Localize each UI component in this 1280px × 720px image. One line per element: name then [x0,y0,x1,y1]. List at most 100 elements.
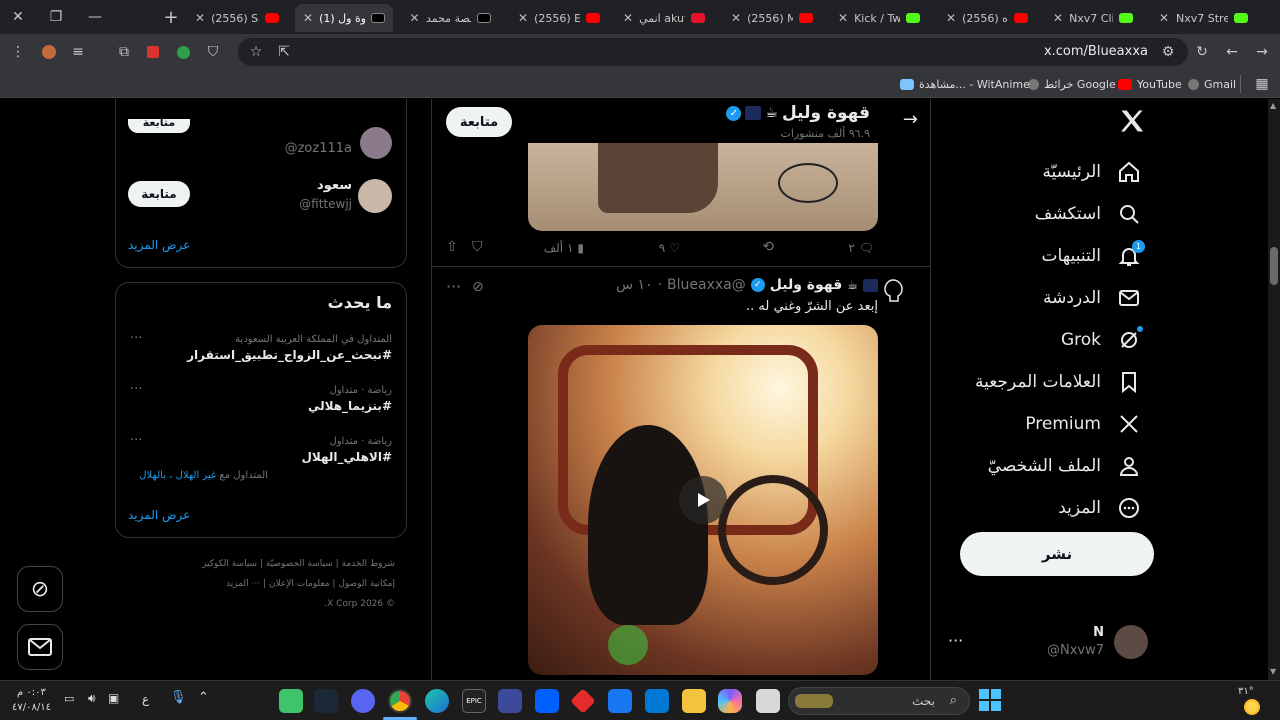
app-icon[interactable] [279,689,303,713]
messages-float-button[interactable] [17,624,63,670]
more-dots-icon[interactable]: ··· [446,277,461,296]
follow-button[interactable]: متابعة [128,181,190,207]
footer-link[interactable]: شروط الخدمة [342,559,395,569]
trend-tag[interactable]: #نبحث_عن_الزواج_تطبيق_استقرار [187,348,392,362]
nav-item[interactable]: الملف الشخصيّ [988,448,1143,484]
nav-item[interactable]: 1 التنبيهات [1042,238,1145,274]
reload-icon[interactable]: ↻ [1190,40,1214,64]
trend-tag[interactable]: #بنزيما_هلالي [308,399,392,413]
browser-tab[interactable]: ✕ (1) قهوة ول [295,4,393,32]
tab-close-icon[interactable]: ✕ [731,11,741,25]
language-indicator[interactable]: ع [142,692,149,706]
tweet-avatar[interactable] [880,277,920,317]
play-button[interactable] [679,476,727,524]
page-scrollbar[interactable]: ▲ ▼ [1268,99,1280,680]
dropbox-icon[interactable] [535,689,559,713]
more-dots-icon[interactable]: ··· [130,331,142,346]
tweet-author-name[interactable]: قهوة وليل [770,277,843,293]
volume-icon[interactable]: 🔊︎ [88,691,96,706]
bookmark-gmail[interactable]: Gmail [1188,75,1236,93]
tweet-video[interactable] [528,325,878,675]
extensions-puzzle-icon[interactable]: ⧉ [112,40,136,64]
new-tab-button[interactable]: + [159,6,183,28]
grok-icon[interactable]: ⊘ [472,279,484,295]
app-icon[interactable] [756,689,780,713]
show-more-link[interactable]: عرض المزيد [128,238,190,252]
edge-icon[interactable] [425,689,449,713]
discord-icon[interactable] [351,689,375,713]
nav-item[interactable]: الدردشة [1043,280,1143,316]
clock[interactable]: ٠:٠٣ م ٤٧/٠٨/١٤ [12,685,51,715]
tweet-image[interactable] [528,143,878,231]
back-arrow-icon[interactable]: → [903,109,918,130]
share-icon[interactable]: ⇧ [446,239,458,255]
tab-close-icon[interactable]: ✕ [303,11,313,25]
like-button[interactable]: ٩ ♡ [659,241,680,255]
weather-sun-icon[interactable] [1244,699,1260,715]
start-button[interactable] [979,689,1001,711]
browser-tab[interactable]: ✕ (2556) Say [187,4,287,32]
nav-item[interactable]: استكشف [1035,196,1143,232]
steam-icon[interactable] [314,689,338,713]
address-bar[interactable]: ☆ ⇱ x.com/Blueaxxa ⚙ [238,38,1188,66]
trend-related-link[interactable]: غير الهلال ، بالهلال [139,470,216,481]
extension-icon[interactable] [37,40,61,64]
tweet-time[interactable]: ١٠ س [616,277,653,293]
all-bookmarks-icon[interactable]: ▦ [1250,72,1274,96]
chevron-up-icon[interactable]: ⌃ [198,690,209,705]
bookmark-youtube[interactable]: YouTube [1118,75,1182,93]
nav-item[interactable]: Premium [1025,406,1143,442]
tab-close-icon[interactable]: ✕ [838,11,848,25]
back-icon[interactable]: → [1250,40,1274,64]
nav-item[interactable]: المزيد [1058,490,1143,526]
bookmark-google-maps[interactable]: خرائط Google [1028,75,1116,93]
store-icon[interactable] [645,689,669,713]
tweet-author-handle[interactable]: @Blueaxxa [667,277,746,293]
x-logo-icon[interactable] [1118,107,1150,139]
nav-item[interactable]: العلامات المرجعية [975,364,1143,400]
nav-item[interactable]: الرئيسيّة [1042,154,1143,190]
window-close-icon[interactable]: ✕ [6,6,30,28]
window-minimize-icon[interactable]: — [83,6,107,28]
taskbar-search[interactable]: بحث ⌕ [788,687,970,715]
battery-icon[interactable]: ▭ [64,692,74,705]
copilot-icon[interactable] [718,689,742,713]
epic-games-icon[interactable]: EPIC [462,689,486,713]
post-button[interactable]: نشر [960,532,1154,576]
bookmark-witanime[interactable]: مشاهدة... - WitAnime [900,75,1030,93]
browser-tab[interactable]: ✕ Kick / Twit [830,4,928,32]
site-settings-icon[interactable]: ⚙ [1156,40,1180,64]
account-switcher[interactable]: N @Nxvw7 ··· [946,623,1160,667]
microphone-icon[interactable]: 🎙︎ [170,690,187,705]
footer-link[interactable]: سياسة الكوكيز [202,559,257,569]
app-icon[interactable] [570,688,596,714]
reply-button[interactable]: ٢ 🗨 [848,241,874,255]
views-button[interactable]: ١ ألف ▮ [544,241,584,255]
browser-tab[interactable]: ✕ Nxv7 Clips [1045,4,1141,32]
forward-icon[interactable]: ← [1220,40,1244,64]
tab-close-icon[interactable]: ✕ [195,11,205,25]
tab-close-icon[interactable]: ✕ [623,11,633,25]
browser-tab[interactable]: ✕ (2556) شاه [938,4,1036,32]
browser-tab[interactable]: ✕ انمي akuta [615,4,713,32]
tab-close-icon[interactable]: ✕ [409,11,420,25]
bookmark-icon[interactable]: ⛉ [472,239,483,255]
file-explorer-icon[interactable] [682,689,706,713]
footer-link[interactable]: إمكانية الوصول [338,579,395,589]
show-more-link[interactable]: عرض المزيد [128,508,190,522]
window-restore-icon[interactable]: ❐ [44,6,68,28]
trend-tag[interactable]: #الاهلي_الهلال [301,450,392,464]
tab-close-icon[interactable]: ✕ [1158,11,1170,25]
browser-tab[interactable]: ✕ قصة محمد [401,4,499,32]
tab-close-icon[interactable]: ✕ [1053,11,1063,25]
retweet-icon[interactable]: ⟲ [762,239,774,255]
shield-icon[interactable]: ⛉ [201,40,225,64]
scrollbar-thumb[interactable] [1270,247,1278,285]
mail-app-icon[interactable] [608,689,632,713]
footer-link[interactable]: سياسة الخصوصيّة [266,559,333,569]
scroll-down-icon[interactable]: ▼ [1270,667,1276,676]
follow-button[interactable]: متابعة [128,119,190,133]
follow-button[interactable]: متابعة [446,107,512,137]
user-handle[interactable]: @fittewjj [299,197,352,211]
media-control-icon[interactable]: ≡ [66,40,90,64]
